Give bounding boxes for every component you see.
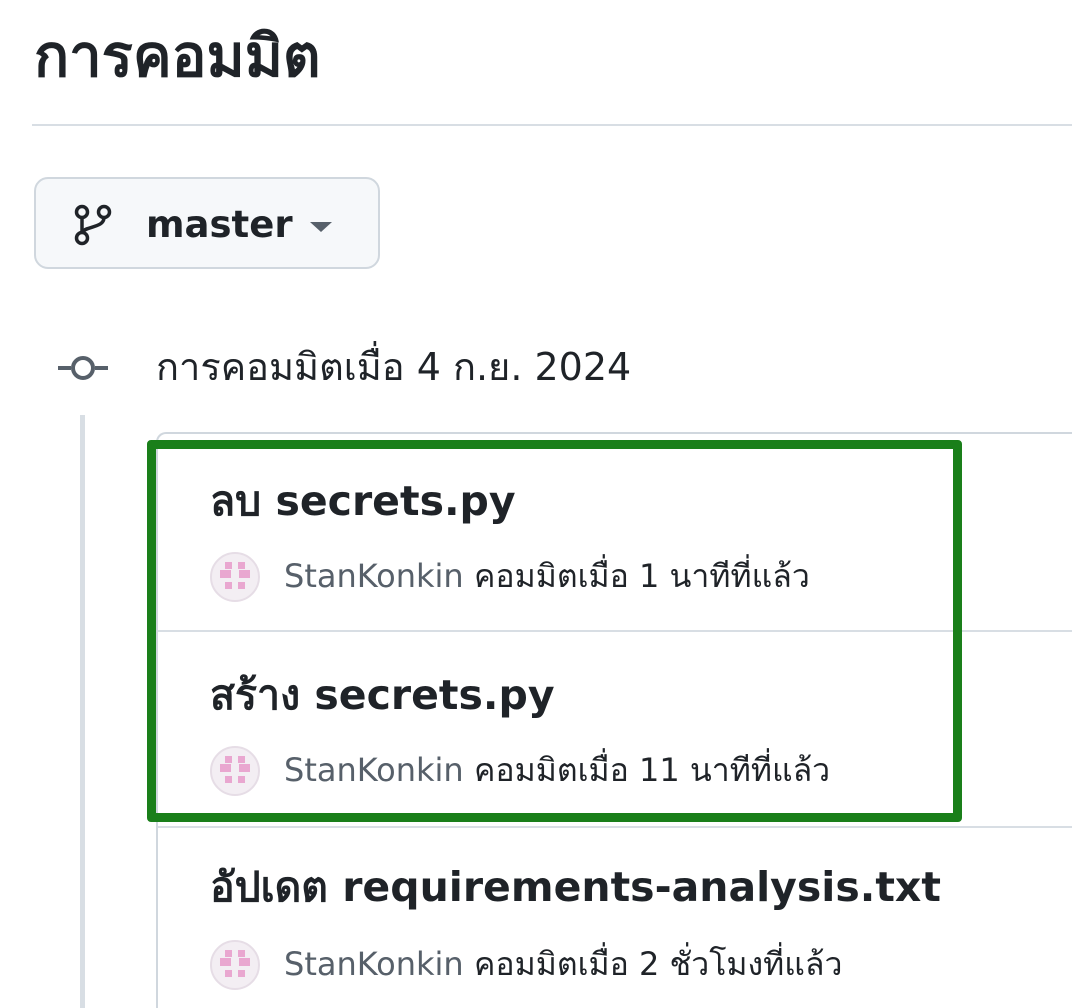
identicon-icon xyxy=(220,950,250,977)
commit-group-heading: การคอมมิตเมื่อ 4 ก.ย. 2024 xyxy=(156,345,632,389)
commit-message-link[interactable]: อัปเดต requirements-analysis.txt xyxy=(210,860,941,914)
avatar[interactable] xyxy=(210,940,260,990)
commit-file: secrets.py xyxy=(314,671,555,719)
commit-verb: ลบ xyxy=(210,477,262,525)
commit-author-link[interactable]: StanKonkin xyxy=(284,748,464,792)
commit-verb: สร้าง xyxy=(210,671,301,719)
commit-message-link[interactable]: ลบ secrets.py xyxy=(210,474,516,528)
commits-page: การคอมมิต master การคอมมิตเมื่อ 4 ก.ย. 2… xyxy=(0,0,1072,1008)
commit-file: requirements-analysis.txt xyxy=(342,863,941,911)
commit-file: secrets.py xyxy=(275,477,516,525)
commit-row: สร้าง secrets.py StanKonkin คอมมิตเมื่อ … xyxy=(158,632,1072,828)
commit-message-link[interactable]: สร้าง secrets.py xyxy=(210,668,555,722)
triangle-down-icon xyxy=(310,222,332,232)
git-commit-icon xyxy=(58,356,108,380)
avatar[interactable] xyxy=(210,552,260,602)
page-title: การคอมมิต xyxy=(34,22,321,90)
avatar[interactable] xyxy=(210,746,260,796)
commit-author-link[interactable]: StanKonkin xyxy=(284,554,464,598)
git-branch-icon xyxy=(74,204,112,246)
commit-row: อัปเดต requirements-analysis.txt StanKon… xyxy=(158,828,1072,1008)
commit-list: ลบ secrets.py StanKonkin คอมมิตเมื่อ 1 น… xyxy=(156,432,1072,1008)
commit-time: คอมมิตเมื่อ 1 นาทีที่แล้ว xyxy=(474,557,810,595)
commit-verb: อัปเดต xyxy=(210,863,328,911)
identicon-icon xyxy=(220,562,250,589)
commit-time: คอมมิตเมื่อ 11 นาทีที่แล้ว xyxy=(474,751,831,789)
timeline-line xyxy=(80,415,85,1008)
branch-selector-button[interactable]: master xyxy=(34,177,380,269)
identicon-icon xyxy=(220,756,250,783)
commit-author-link[interactable]: StanKonkin xyxy=(284,942,464,986)
title-divider xyxy=(32,124,1072,126)
branch-name: master xyxy=(146,203,293,246)
commit-time: คอมมิตเมื่อ 2 ชั่วโมงที่แล้ว xyxy=(474,945,843,983)
commit-row: ลบ secrets.py StanKonkin คอมมิตเมื่อ 1 น… xyxy=(158,434,1072,630)
